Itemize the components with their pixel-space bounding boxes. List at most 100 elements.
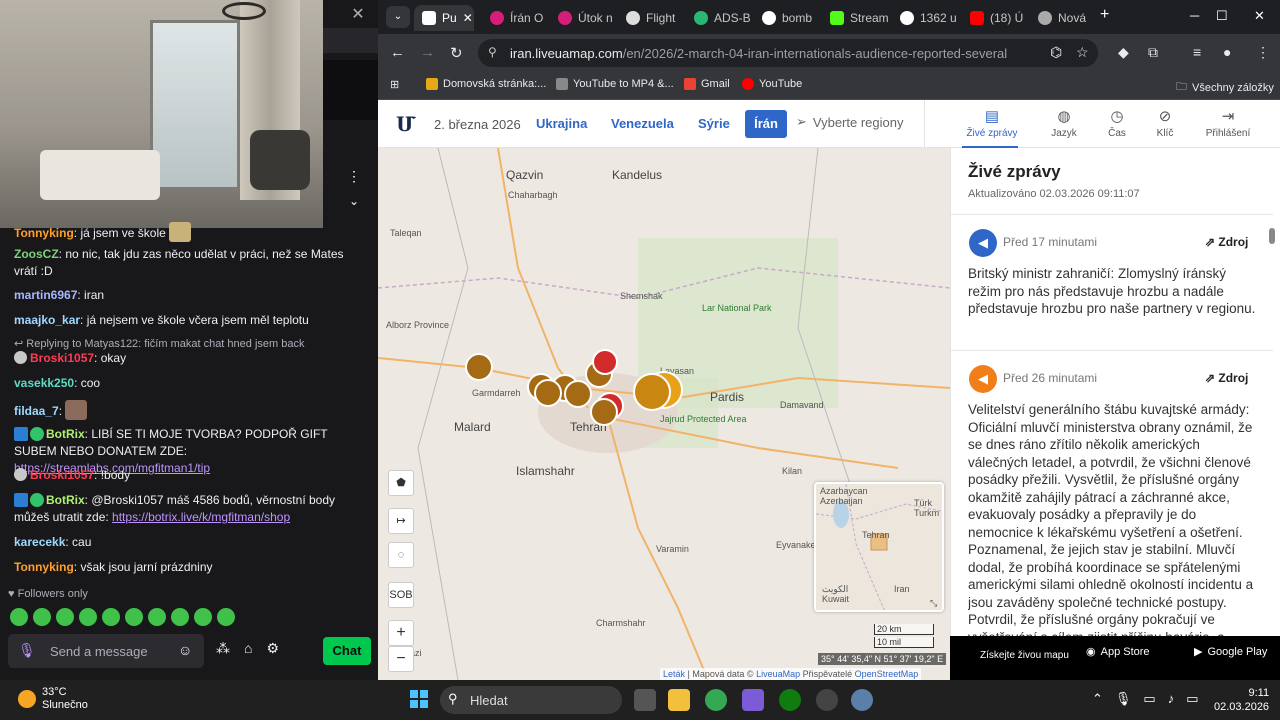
emoji-icon[interactable]: ☺: [178, 642, 192, 658]
chrome-icon[interactable]: [705, 689, 727, 711]
hide-layer-button[interactable]: ◌: [388, 542, 414, 568]
chat-username[interactable]: fildaa_7: [14, 404, 59, 418]
site-info-icon[interactable]: ⚲: [488, 45, 497, 59]
emote-icon[interactable]: [102, 608, 120, 626]
scrollbar-thumb[interactable]: [1269, 228, 1275, 244]
liveuamap-link[interactable]: LiveuaMap: [756, 669, 800, 679]
emote-icon[interactable]: [33, 608, 51, 626]
volume-icon[interactable]: ♪: [1168, 691, 1175, 707]
reading-list-icon[interactable]: ≡: [1193, 44, 1201, 60]
news-item[interactable]: ◀ Před 26 minutami ⇗ Zdroj Velitelství g…: [951, 350, 1273, 640]
minimap[interactable]: Azarbaycan Azerbaijan Türk Turkm Tehran …: [814, 482, 944, 612]
bookmark-star-icon[interactable]: ☆: [1076, 44, 1089, 61]
zoom-in-button[interactable]: +: [388, 620, 414, 646]
chat-username[interactable]: BotRix: [46, 493, 85, 507]
chat-username[interactable]: maajko_kar: [14, 313, 80, 327]
store-icon[interactable]: ⌂: [244, 640, 252, 657]
bookmark-item[interactable]: YouTube to MP4 &...: [556, 78, 674, 90]
menu-icon[interactable]: ⋮: [1256, 44, 1270, 61]
network-icon[interactable]: ▭: [1143, 691, 1155, 707]
gear-icon[interactable]: ⚙: [266, 640, 279, 657]
select-regions[interactable]: ➢ Vyberte regiony: [796, 114, 903, 130]
region-link-syria[interactable]: Sýrie: [698, 116, 730, 131]
microphone-icon[interactable]: 🎙: [18, 642, 36, 659]
sob-button[interactable]: SOB: [388, 582, 414, 608]
region-link-ukraine[interactable]: Ukrajina: [536, 116, 587, 131]
bookmark-item[interactable]: Domovská stránka:...: [426, 78, 546, 90]
close-icon[interactable]: ✕: [463, 11, 473, 25]
close-icon[interactable]: ✕: [346, 4, 370, 24]
start-button[interactable]: [410, 690, 428, 708]
maximize-button[interactable]: ☐: [1216, 8, 1228, 24]
expand-icon[interactable]: ⤡: [930, 598, 937, 609]
tab[interactable]: Flight: [618, 5, 686, 31]
chat-username[interactable]: vasekk250: [14, 376, 74, 390]
chat-username[interactable]: BotRix: [46, 427, 85, 441]
liveuamap-logo[interactable]: Մ: [396, 112, 416, 136]
chat-username[interactable]: ZoosCZ: [14, 247, 59, 261]
alert-marker[interactable]: [592, 349, 618, 375]
map-canvas[interactable]: Qazvin Kandelus Chaharbagh Taleqan Albor…: [378, 148, 950, 680]
profile-avatar-icon[interactable]: ●: [1223, 44, 1231, 60]
apps-icon[interactable]: ⊞: [390, 78, 399, 91]
emote-icon[interactable]: [194, 608, 212, 626]
tab[interactable]: (18) Ú: [962, 5, 1028, 31]
emote-icon[interactable]: [125, 608, 143, 626]
translate-icon[interactable]: ⌬: [1050, 44, 1062, 61]
chat-button[interactable]: Chat: [323, 637, 371, 665]
tab[interactable]: Nová: [1030, 5, 1096, 31]
event-marker[interactable]: [590, 398, 618, 426]
chat-input[interactable]: 🎙 Send a message ☺: [8, 634, 204, 668]
emote-icon[interactable]: [171, 608, 189, 626]
region-link-iran[interactable]: Írán: [745, 110, 787, 138]
all-bookmarks[interactable]: 🗀 Všechny záložky: [1176, 78, 1274, 97]
minimize-button[interactable]: ─: [1190, 8, 1199, 23]
tab[interactable]: Pu ✕: [414, 5, 474, 31]
system-clock[interactable]: 9:11 02.03.2026: [1214, 686, 1269, 714]
task-view-icon[interactable]: [634, 689, 656, 711]
microphone-icon[interactable]: 🎙: [1115, 691, 1132, 707]
chat-username[interactable]: Broski1057: [30, 468, 94, 482]
url-field[interactable]: ⚲ iran.liveuamap.com/en/2026/2-march-04-…: [478, 39, 1098, 67]
new-tab-button[interactable]: +: [1100, 6, 1109, 24]
reload-button[interactable]: ↻: [450, 44, 463, 62]
news-item[interactable]: ◀ Před 17 minutami ⇗ Zdroj Britský minis…: [951, 214, 1273, 350]
tab-search-icon[interactable]: ⌄: [386, 6, 410, 28]
emote-icon[interactable]: [217, 608, 235, 626]
emote-icon[interactable]: [148, 608, 166, 626]
measure-button[interactable]: ↦: [388, 508, 414, 534]
settings-icon[interactable]: [851, 689, 873, 711]
tab[interactable]: Stream: [822, 5, 892, 31]
obs-icon[interactable]: [816, 689, 838, 711]
source-link[interactable]: ⇗ Zdroj: [1205, 371, 1248, 385]
app-store-button[interactable]: ◉ App Store: [1086, 645, 1150, 659]
battery-icon[interactable]: ▭: [1186, 691, 1198, 707]
back-button[interactable]: ←: [390, 44, 405, 61]
nav-language[interactable]: ◍ Jazyk: [1034, 107, 1094, 139]
bookmark-item[interactable]: YouTube: [742, 78, 802, 90]
feed-scrollbar[interactable]: [1268, 218, 1276, 648]
draw-polygon-button[interactable]: ⬟: [388, 470, 414, 496]
tab[interactable]: 1362 u: [892, 5, 962, 31]
nav-live-news[interactable]: ▤ Živé zprávy: [962, 107, 1022, 139]
zoom-out-button[interactable]: −: [388, 646, 414, 672]
tab[interactable]: Útok n: [550, 5, 618, 31]
file-explorer-icon[interactable]: [668, 689, 690, 711]
tab[interactable]: Írán O: [482, 5, 550, 31]
osm-link[interactable]: OpenStreetMap: [855, 669, 919, 679]
event-marker[interactable]: [534, 379, 562, 407]
emote-icon[interactable]: [10, 608, 28, 626]
event-marker[interactable]: [465, 353, 493, 381]
chevron-down-icon[interactable]: ⌄: [346, 194, 362, 208]
chat-username[interactable]: Tonnyking: [14, 560, 74, 574]
close-window-button[interactable]: ✕: [1254, 8, 1265, 24]
region-link-venezuela[interactable]: Venezuela: [611, 116, 674, 131]
cluster-marker[interactable]: [633, 371, 683, 411]
extension-icon[interactable]: ◆: [1118, 44, 1129, 61]
emote-icon[interactable]: [79, 608, 97, 626]
extensions-puzzle-icon[interactable]: ⧉: [1148, 44, 1158, 61]
bits-icon[interactable]: ⁂: [216, 640, 230, 657]
bookmark-item[interactable]: Gmail: [684, 78, 730, 90]
chevron-up-icon[interactable]: ⌃: [1092, 691, 1103, 707]
chat-username[interactable]: karecekk: [14, 535, 65, 549]
